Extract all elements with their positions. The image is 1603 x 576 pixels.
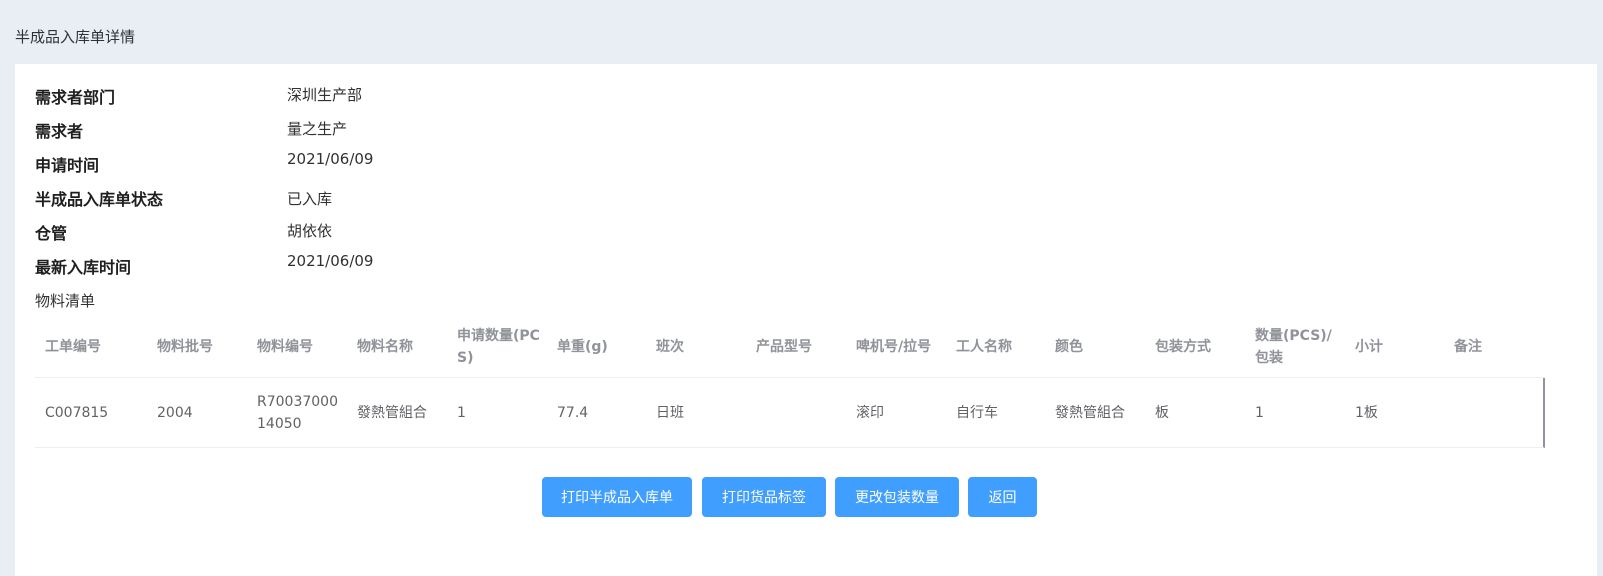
- column-header[interactable]: 班次: [656, 316, 746, 377]
- info-value: 深圳生产部: [287, 86, 363, 104]
- back-button[interactable]: 返回: [968, 477, 1037, 517]
- column-header[interactable]: 单重(g): [557, 316, 647, 377]
- info-value: 2021/06/09: [287, 252, 374, 270]
- column-header[interactable]: 申请数量(PCS): [457, 316, 549, 377]
- table-cell: 板: [1155, 404, 1169, 421]
- column-header[interactable]: 物料批号: [157, 316, 247, 377]
- column-header[interactable]: 工人名称: [956, 316, 1046, 377]
- info-row-warehouse-keeper: 仓管 胡依依: [35, 220, 635, 244]
- column-header[interactable]: 物料编号: [257, 316, 347, 377]
- column-header[interactable]: 备注: [1454, 316, 1544, 377]
- info-label: 半成品入库单状态: [35, 190, 164, 209]
- info-value: 2021/06/09: [287, 150, 374, 168]
- materials-title: 物料清单: [35, 292, 96, 310]
- info-value: 已入库: [287, 190, 333, 208]
- change-pack-qty-button[interactable]: 更改包装数量: [835, 477, 959, 517]
- info-row-status: 半成品入库单状态 已入库: [35, 186, 635, 210]
- column-header[interactable]: 颜色: [1055, 316, 1145, 377]
- table-cell: 1: [457, 404, 466, 421]
- column-header[interactable]: 产品型号: [756, 316, 846, 377]
- table-header: 工单编号 物料批号 物料编号 物料名称 申请数量(PCS) 单重(g) 班次 产…: [35, 316, 1545, 378]
- info-label: 需求者: [35, 122, 84, 141]
- table-cell: [1454, 378, 1542, 447]
- info-value: 胡依依: [287, 222, 333, 240]
- info-value: 量之生产: [287, 120, 348, 138]
- print-inbound-button[interactable]: 打印半成品入库单: [542, 477, 692, 517]
- column-header[interactable]: 工单编号: [45, 316, 145, 377]
- info-row-department: 需求者部门 深圳生产部: [35, 84, 635, 108]
- print-label-button[interactable]: 打印货品标签: [702, 477, 826, 517]
- info-row-latest-inbound-time: 最新入库时间 2021/06/09: [35, 252, 635, 278]
- info-label: 仓管: [35, 224, 68, 243]
- table-cell: 發熱管組合: [357, 404, 427, 421]
- info-label: 申请时间: [35, 156, 100, 175]
- table-cell: 滚印: [856, 404, 884, 421]
- detail-card: 需求者部门 深圳生产部 需求者 量之生产 申请时间 2021/06/09 半成品…: [15, 64, 1597, 576]
- materials-table: 工单编号 物料批号 物料编号 物料名称 申请数量(PCS) 单重(g) 班次 产…: [35, 316, 1545, 448]
- table-cell: R7003700014050: [257, 393, 338, 432]
- table-cell: 77.4: [557, 404, 589, 421]
- table-cell: 1: [1255, 404, 1264, 421]
- page-title: 半成品入库单详情: [15, 28, 136, 46]
- info-row-apply-time: 申请时间 2021/06/09: [35, 150, 635, 176]
- table-row: C007815 2004 R7003700014050 發熱管組合 1 77.4…: [35, 378, 1545, 448]
- table-cell: [756, 378, 846, 447]
- column-header[interactable]: 物料名称: [357, 316, 447, 377]
- column-header[interactable]: 包装方式: [1155, 316, 1245, 377]
- table-cell: 自行车: [956, 404, 998, 421]
- info-row-requester: 需求者 量之生产: [35, 118, 635, 142]
- table-cell: 1板: [1355, 404, 1378, 421]
- table-cell: C007815: [45, 404, 109, 421]
- column-header[interactable]: 数量(PCS)/包装: [1255, 316, 1343, 377]
- table-cell: 2004: [157, 404, 193, 421]
- info-label: 最新入库时间: [35, 258, 132, 277]
- column-header[interactable]: 啤机号/拉号: [856, 316, 952, 377]
- action-bar: 打印半成品入库单 打印货品标签 更改包装数量 返回: [15, 477, 1597, 517]
- column-header[interactable]: 小计: [1355, 316, 1445, 377]
- info-label: 需求者部门: [35, 88, 116, 107]
- table-cell: 日班: [656, 404, 684, 421]
- table-cell: 發熱管組合: [1055, 404, 1125, 421]
